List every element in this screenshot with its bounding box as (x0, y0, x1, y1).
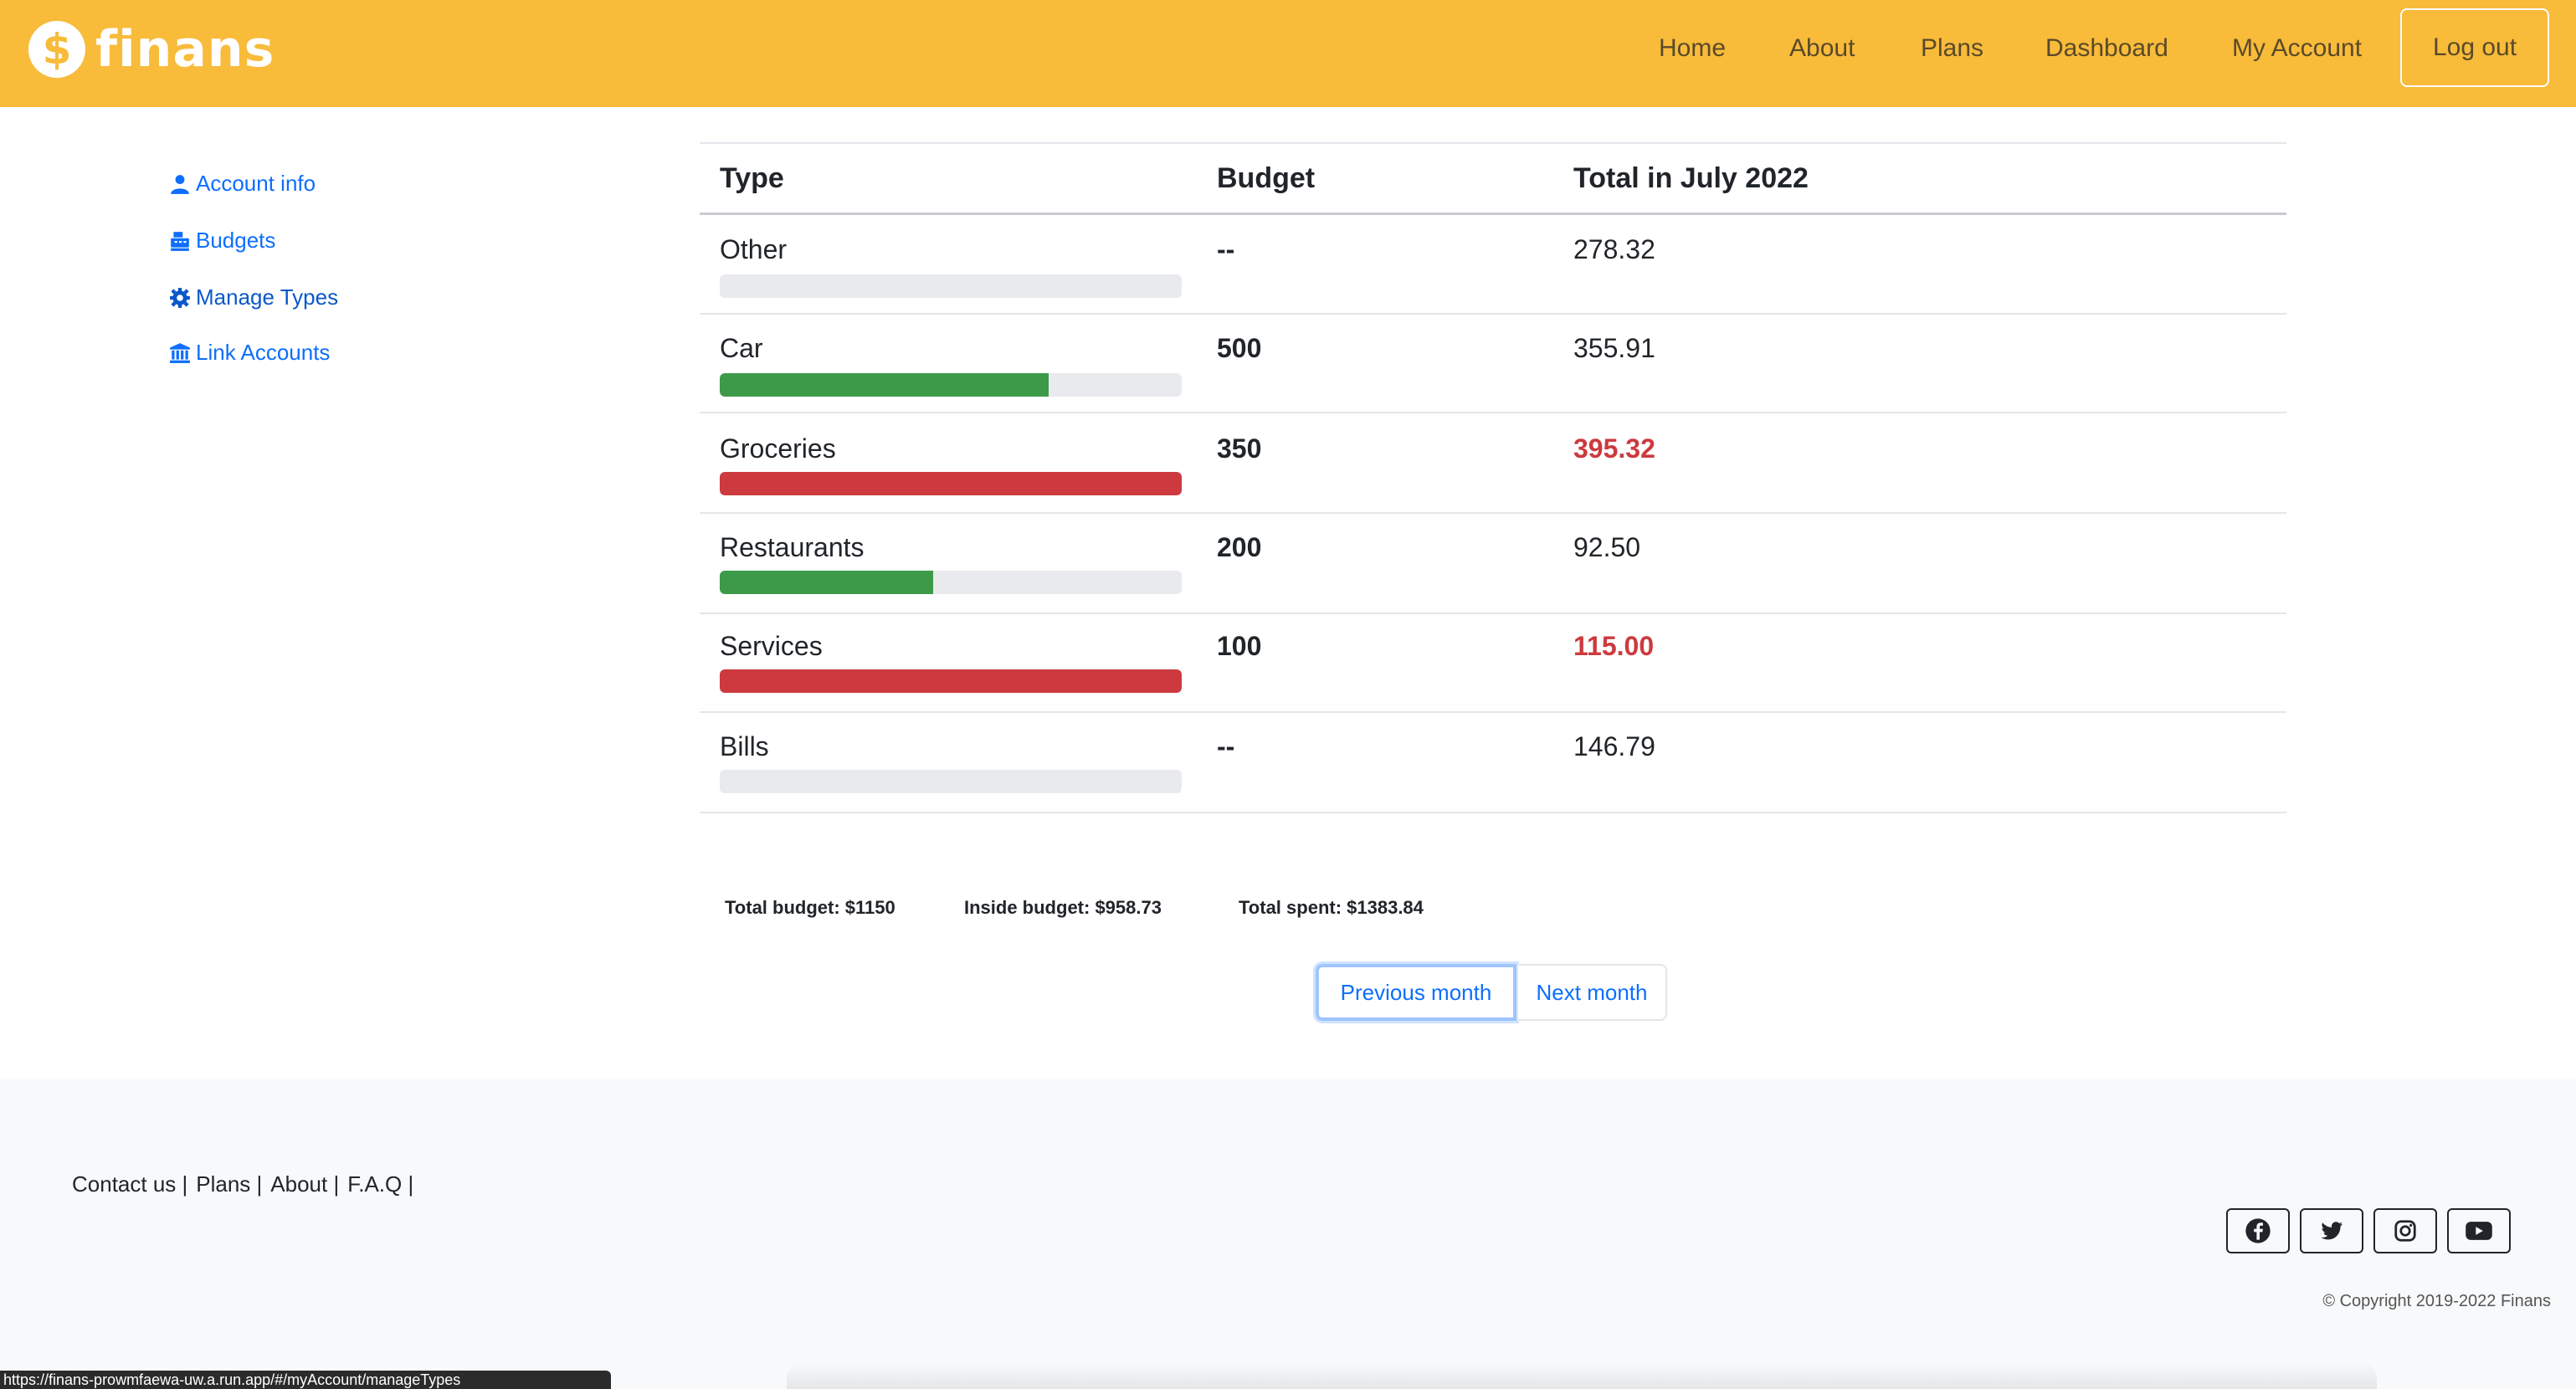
sidebar-item-label: Account info (196, 171, 316, 196)
youtube-icon (2466, 1222, 2492, 1240)
row-total-bills: 146.79 (1573, 731, 1655, 761)
row-budget-other: -- (1217, 234, 1235, 264)
bank-icon (170, 342, 190, 363)
row-budget-bills: -- (1217, 731, 1235, 761)
row-type-groceries: Groceries (720, 433, 836, 464)
twitter-button[interactable] (2300, 1208, 2363, 1253)
row-total-restaurants: 92.50 (1573, 532, 1641, 562)
youtube-button[interactable] (2447, 1208, 2511, 1253)
sidebar-item-account-info[interactable]: Account info (169, 171, 316, 197)
row-type-restaurants: Restaurants (720, 532, 865, 562)
row-total-groceries: 395.32 (1573, 433, 1655, 464)
bottom-shadow (787, 1362, 2377, 1389)
header-divider (700, 213, 2286, 215)
progress-bar-car (720, 373, 1182, 397)
facebook-button[interactable] (2226, 1208, 2290, 1253)
row-budget-services: 100 (1217, 631, 1262, 661)
nav-my-account[interactable]: My Account (2232, 33, 2362, 64)
row-type-services: Services (720, 631, 823, 661)
row-type-bills: Bills (720, 731, 769, 761)
inside-budget-summary: Inside budget: $958.73 (964, 897, 1162, 918)
status-bar-url: https://finans-prowmfaewa-uw.a.run.app/#… (0, 1371, 611, 1389)
row-divider (700, 612, 2286, 614)
progress-bar-services (720, 669, 1182, 693)
header-total: Total in July 2022 (1573, 162, 1809, 194)
sidebar-item-label: Budgets (196, 228, 276, 253)
nav-home[interactable]: Home (1659, 33, 1726, 64)
progress-fill (720, 669, 1182, 693)
footer-link-contact[interactable]: Contact us | (72, 1171, 187, 1197)
row-total-car: 355.91 (1573, 333, 1655, 363)
brand[interactable]: $ finans (28, 20, 275, 79)
instagram-button[interactable] (2373, 1208, 2437, 1253)
sidebar-item-manage-types[interactable]: Manage Types (169, 284, 338, 310)
row-budget-restaurants: 200 (1217, 532, 1262, 562)
cash-register-icon (171, 231, 189, 251)
nav-plans[interactable]: Plans (1921, 33, 1983, 64)
sidebar-item-label: Link Accounts (196, 340, 331, 365)
brand-name: finans (95, 20, 275, 79)
next-month-button[interactable]: Next month (1516, 964, 1667, 1021)
progress-bar-groceries (720, 472, 1182, 495)
nav-dashboard[interactable]: Dashboard (2045, 33, 2168, 64)
top-navbar: $ finans Home About Plans Dashboard My A… (0, 0, 2576, 107)
progress-bar-bills (720, 770, 1182, 793)
nav-about[interactable]: About (1789, 33, 1855, 64)
progress-bar-other (720, 274, 1182, 298)
progress-fill (720, 373, 1049, 397)
row-divider (700, 313, 2286, 315)
progress-bar-restaurants (720, 571, 1182, 594)
twitter-icon (2321, 1222, 2343, 1240)
total-budget-summary: Total budget: $1150 (725, 897, 895, 918)
month-pagination: Previous month Next month (1316, 964, 1667, 1021)
logout-button[interactable]: Log out (2400, 8, 2549, 87)
header-type: Type (720, 162, 784, 194)
sidebar-item-budgets[interactable]: Budgets (169, 228, 275, 254)
footer-links: Contact us | Plans | About | F.A.Q | (72, 1171, 422, 1197)
row-divider (700, 812, 2286, 813)
row-divider (700, 412, 2286, 413)
instagram-icon (2394, 1220, 2416, 1242)
row-divider (700, 711, 2286, 713)
header-budget: Budget (1217, 162, 1316, 194)
row-total-other: 278.32 (1573, 234, 1655, 264)
row-type-car: Car (720, 333, 763, 363)
footer: Contact us | Plans | About | F.A.Q | © C… (0, 1079, 2576, 1389)
previous-month-button[interactable]: Previous month (1316, 964, 1516, 1021)
row-budget-car: 500 (1217, 333, 1262, 363)
row-budget-groceries: 350 (1217, 433, 1262, 464)
facebook-icon (2245, 1218, 2271, 1243)
row-divider (700, 512, 2286, 514)
sidebar-item-link-accounts[interactable]: Link Accounts (169, 340, 330, 366)
sidebar-item-label: Manage Types (196, 284, 339, 310)
footer-link-faq[interactable]: F.A.Q | (347, 1171, 413, 1197)
row-type-other: Other (720, 234, 788, 264)
dollar-logo-icon: $ (28, 21, 85, 78)
total-spent-summary: Total spent: $1383.84 (1239, 897, 1424, 918)
gear-icon (170, 287, 190, 308)
footer-link-plans[interactable]: Plans | (196, 1171, 262, 1197)
copyright: © Copyright 2019-2022 Finans (2322, 1292, 2551, 1310)
table-top-border (700, 142, 2286, 144)
progress-fill (720, 571, 934, 594)
footer-link-about[interactable]: About | (270, 1171, 339, 1197)
user-icon (171, 174, 189, 194)
row-total-services: 115.00 (1573, 631, 1655, 661)
progress-fill (720, 472, 1182, 495)
